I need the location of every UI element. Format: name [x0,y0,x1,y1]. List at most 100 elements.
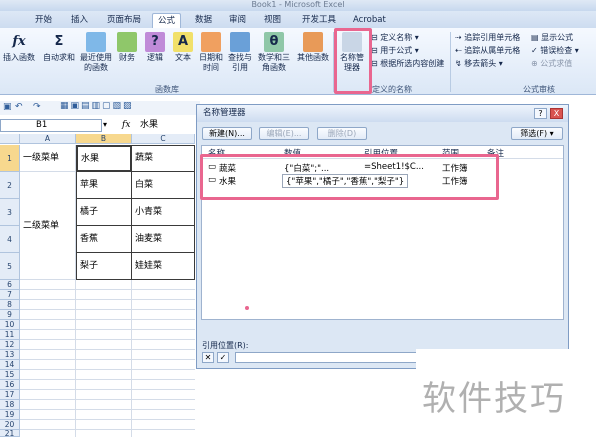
error-checking-label: 错误检查 [540,46,573,55]
row-header[interactable]: 4 [0,226,20,253]
names-highlight [200,154,499,200]
row-header[interactable]: 15 [0,370,20,380]
trace-dependents-button[interactable]: ⇠ 追踪从属单元格 [455,45,520,56]
tab-developer[interactable]: 开发工具 [297,13,341,28]
math-book-icon: θ [264,32,284,52]
lookup-button[interactable]: 查找与引用 [226,32,254,73]
define-name-button[interactable]: ⊟ 定义名称 ▾ [371,32,419,43]
row-header[interactable]: 7 [0,290,20,300]
dialog-help-button[interactable]: ? [534,108,547,119]
autosum-button[interactable]: Σ 自动求和 [42,32,76,63]
new-name-button[interactable]: 新建(N)... [202,127,252,140]
error-checking-button[interactable]: ✓ 错误检查 ▾ [531,45,579,56]
datetime-button[interactable]: 日期和时间 [198,32,224,73]
formula-auditing-group-label: 公式审核 [523,85,555,94]
name-box[interactable]: B1 [0,119,102,132]
row-header[interactable]: 21 [0,430,20,437]
row-header[interactable]: 2 [0,172,20,199]
row-header[interactable]: 3 [0,199,20,226]
use-in-formula-button[interactable]: ⊟ 用于公式 ▾ [371,45,419,56]
cell-b1[interactable]: 水果 [76,145,132,172]
cell-c2[interactable]: 白菜 [131,171,195,199]
undo-icon[interactable]: ↶ [15,102,23,112]
column-header-a[interactable]: A [20,134,76,144]
row-header[interactable]: 12 [0,340,20,350]
math-label: 数学和三角函数 [258,53,290,72]
cell-b5[interactable]: 梨子 [76,252,132,280]
delete-name-button[interactable]: 删除(D) [317,127,367,140]
tab-home[interactable]: 开始 [30,13,57,28]
show-formulas-button[interactable]: ▤ 显示公式 [531,32,573,43]
row-header[interactable]: 8 [0,300,20,310]
logical-book-icon: ? [145,32,165,52]
text-book-icon: A [173,32,193,52]
text-button[interactable]: A 文本 [172,32,194,63]
tab-review[interactable]: 审阅 [224,13,251,28]
cell-a2-merged[interactable]: 二级菜单 [20,172,76,280]
row-header[interactable]: 10 [0,320,20,330]
tab-acrobat[interactable]: Acrobat [348,13,391,28]
trace-dependents-label: 追踪从属单元格 [464,46,521,55]
cell-b2[interactable]: 苹果 [76,171,132,199]
cell-c3[interactable]: 小青菜 [131,198,195,226]
cancel-edit-icon[interactable]: ✕ [202,352,214,363]
tab-formulas[interactable]: 公式 [152,13,182,28]
select-all-corner[interactable] [0,134,20,144]
toolbar-icons[interactable]: ▦▣▤▥▢▧▨ [60,101,134,111]
create-from-selection-button[interactable]: ⊟ 根据所选内容创建 [371,58,444,69]
confirm-edit-icon[interactable]: ✓ [217,352,229,363]
tab-insert[interactable]: 插入 [66,13,93,28]
recent-functions-button[interactable]: 最近使用的函数 [78,32,114,73]
math-button[interactable]: θ 数学和三角函数 [256,32,292,73]
row-header[interactable]: 14 [0,360,20,370]
trace-precedents-button[interactable]: ⇢ 追踪引用单元格 [455,32,520,43]
row-header[interactable]: 1 [0,145,20,172]
datetime-label: 日期和时间 [199,53,223,72]
dialog-title: 名称管理器 [197,105,568,122]
edit-name-button[interactable]: 编辑(E)... [259,127,309,140]
lookup-label: 查找与引用 [228,53,252,72]
row-header[interactable]: 18 [0,400,20,410]
financial-button[interactable]: 财务 [117,32,137,63]
cell-c5[interactable]: 娃娃菜 [131,252,195,280]
fx-label[interactable]: fx [122,119,140,132]
cell-a1[interactable]: 一级菜单 [20,145,76,172]
logical-button[interactable]: ? 逻辑 [145,32,165,63]
recent-label: 最近使用的函数 [80,53,112,72]
refers-to-label: 引用位置(R): [202,341,249,350]
show-formulas-label: 显示公式 [541,33,574,42]
other-functions-button[interactable]: 其他函数 [296,32,330,63]
remove-arrows-button[interactable]: ↯ 移去箭头 ▾ [455,58,503,69]
column-header-b[interactable]: B [76,134,132,144]
save-icon[interactable]: ▣ [3,102,12,112]
insert-function-label: 插入函数 [3,53,35,62]
tab-page-layout[interactable]: 页面布局 [102,13,146,28]
financial-label: 财务 [119,53,135,62]
dialog-close-button[interactable]: X [550,108,563,119]
tab-view[interactable]: 视图 [259,13,286,28]
name-manager-dialog: 名称管理器 ? X 新建(N)... 编辑(E)... 删除(D) 筛选(F) … [196,104,569,369]
create-from-selection-label: 根据所选内容创建 [380,59,445,68]
name-box-dropdown-icon[interactable]: ▾ [103,120,107,129]
cell-b4[interactable]: 香蕉 [76,225,132,253]
recent-book-icon [86,32,106,52]
insert-function-button[interactable]: fx 插入函数 [2,32,36,63]
column-header-c[interactable]: C [132,134,195,144]
row-header[interactable]: 13 [0,350,20,360]
formula-input[interactable]: 水果 [140,119,200,132]
row-header[interactable]: 11 [0,330,20,340]
filter-button[interactable]: 筛选(F) ▾ [511,127,563,140]
cell-c4[interactable]: 油麦菜 [131,225,195,253]
redo-icon[interactable]: ↷ [33,102,41,112]
row-header[interactable]: 19 [0,410,20,420]
cell-c1[interactable]: 蔬菜 [131,145,195,172]
evaluate-formula-label: 公式求值 [540,59,573,68]
cell-b3[interactable]: 橘子 [76,198,132,226]
tab-data[interactable]: 数据 [190,13,217,28]
row-header[interactable]: 9 [0,310,20,320]
row-header[interactable]: 5 [0,253,20,280]
row-header[interactable]: 16 [0,380,20,390]
row-header[interactable]: 6 [0,280,20,290]
row-header[interactable]: 17 [0,390,20,400]
evaluate-formula-button[interactable]: ⊕ 公式求值 [531,58,572,69]
